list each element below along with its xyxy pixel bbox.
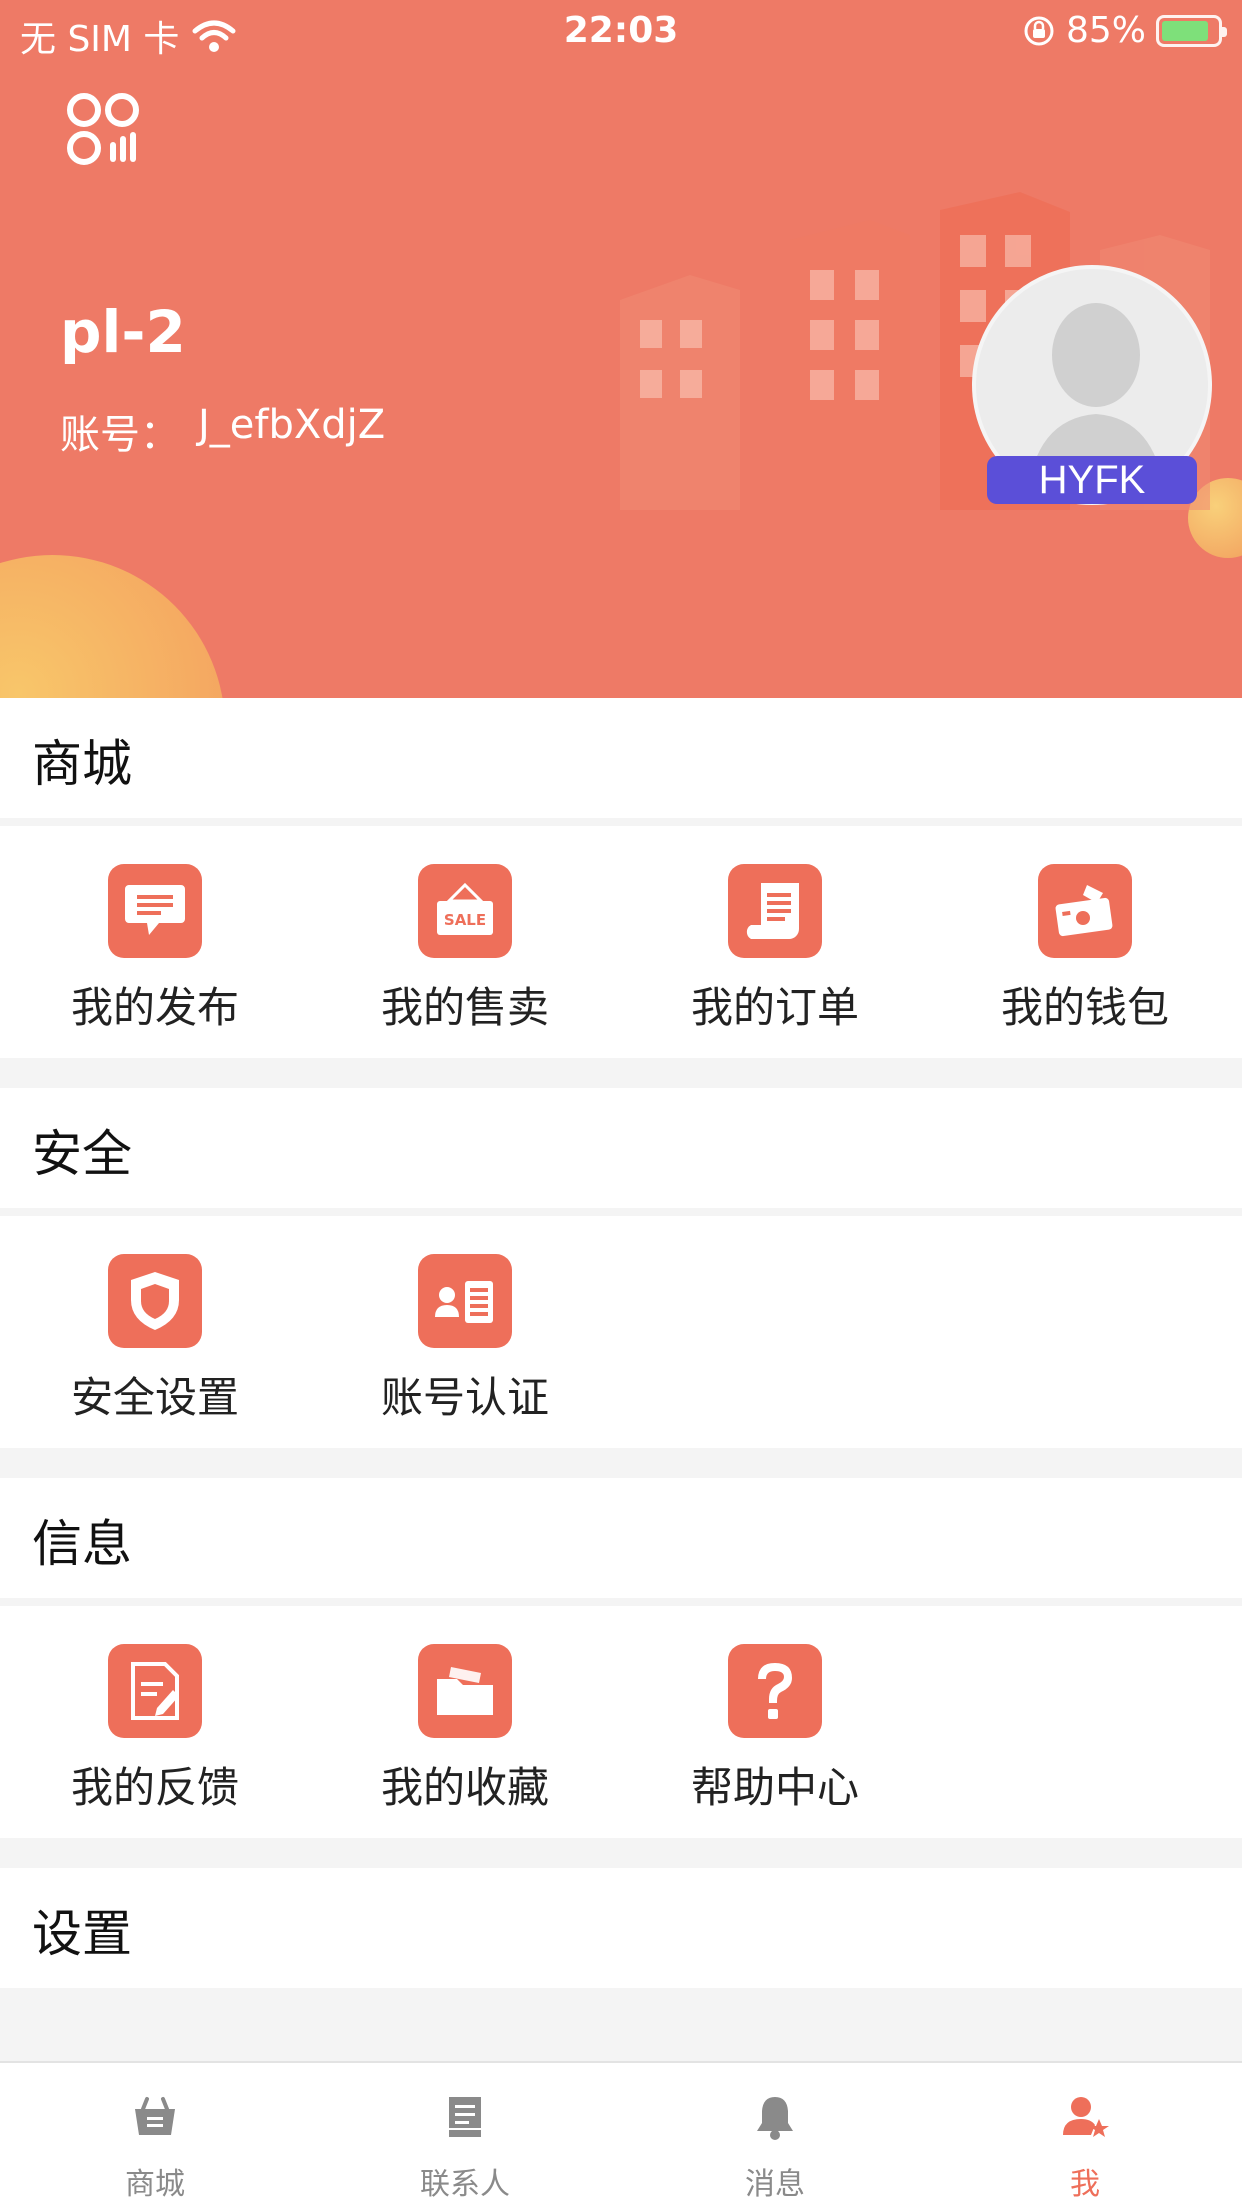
avatar-badge: HYFK [987, 456, 1197, 504]
battery-icon [1156, 14, 1227, 47]
status-bar: 无 SIM 卡 22:03 85% [0, 0, 1242, 62]
bottom-tab-bar: 商城 联系人 消息 我 [0, 2061, 1242, 2208]
wallet-icon [1038, 864, 1132, 958]
section-title-info: 信息 [0, 1478, 1242, 1598]
menu-label: 安全设置 [70, 1373, 239, 1422]
menu-security-settings[interactable]: 安全设置 [0, 1216, 310, 1448]
user-name: pl-2 [60, 298, 186, 366]
security-grid: 安全设置 账号认证 [0, 1216, 1242, 1448]
question-icon [728, 1644, 822, 1738]
menu-my-wallet[interactable]: 我的钱包 [930, 826, 1240, 1058]
account-label: 账号： [60, 412, 180, 458]
bell-icon [757, 2097, 793, 2140]
shield-icon [108, 1254, 202, 1348]
tab-label: 联系人 [420, 2167, 510, 2202]
menu-label: 我的售卖 [380, 983, 549, 1032]
battery-percent: 85% [1065, 10, 1146, 51]
section-title-text: 安全 [32, 1125, 132, 1183]
menu-label: 我的发布 [70, 983, 239, 1032]
status-right: 85% [1022, 10, 1227, 51]
info-grid: 我的反馈 我的收藏 帮助中心 [0, 1606, 1242, 1838]
rotation-lock-icon [1024, 16, 1054, 45]
section-title-security: 安全 [0, 1088, 1242, 1208]
menu-label: 账号认证 [380, 1373, 549, 1422]
menu-my-feedback[interactable]: 我的反馈 [0, 1606, 310, 1838]
feedback-icon [108, 1644, 202, 1738]
menu-label: 我的钱包 [1000, 983, 1169, 1032]
user-star-icon [1063, 2097, 1109, 2137]
menu-my-favorites[interactable]: 我的收藏 [310, 1606, 620, 1838]
tab-label: 消息 [745, 2167, 805, 2202]
menu-my-sales[interactable]: SALE 我的售卖 [310, 826, 620, 1058]
section-title-text: 设置 [32, 1905, 132, 1963]
menu-account-verification[interactable]: 账号认证 [310, 1216, 620, 1448]
tab-label: 我 [1070, 2167, 1100, 2202]
section-title-text: 商城 [32, 735, 132, 793]
message-icon [108, 864, 202, 958]
account-id: J_efbXdjZ [198, 402, 386, 448]
tab-contacts[interactable]: 联系人 [310, 2063, 620, 2208]
shop-grid: 我的发布 SALE 我的售卖 我的订单 我的钱包 [0, 826, 1242, 1058]
tab-messages[interactable]: 消息 [620, 2063, 930, 2208]
receipt-icon [728, 864, 822, 958]
shop-basket-icon [135, 2097, 175, 2135]
svg-text:SALE: SALE [444, 911, 486, 929]
menu-label: 我的反馈 [70, 1763, 239, 1812]
section-title-settings[interactable]: 设置 [0, 1868, 1242, 1988]
section-title-shop: 商城 [0, 698, 1242, 818]
menu-my-posts[interactable]: 我的发布 [0, 826, 310, 1058]
decorative-sun [0, 555, 225, 698]
menu-my-orders[interactable]: 我的订单 [620, 826, 930, 1058]
tab-me[interactable]: 我 [930, 2063, 1240, 2208]
sale-sign-icon: SALE [418, 864, 512, 958]
id-card-icon [418, 1254, 512, 1348]
menu-help-center[interactable]: 帮助中心 [620, 1606, 930, 1838]
menu-label: 我的收藏 [380, 1763, 549, 1812]
app-logo-icon[interactable] [66, 92, 142, 168]
profile-header: 无 SIM 卡 22:03 85% pl-2 账号： J_efbXdjZ HYF… [0, 0, 1242, 698]
folder-icon [418, 1644, 512, 1738]
tab-shop[interactable]: 商城 [0, 2063, 310, 2208]
menu-label: 我的订单 [690, 983, 859, 1032]
battery-level-fill [1162, 20, 1208, 41]
menu-label: 帮助中心 [690, 1763, 859, 1812]
account-line: 账号： J_efbXdjZ [60, 402, 385, 460]
section-title-text: 信息 [32, 1515, 132, 1573]
contacts-book-icon [449, 2097, 481, 2137]
tab-label: 商城 [125, 2167, 185, 2202]
